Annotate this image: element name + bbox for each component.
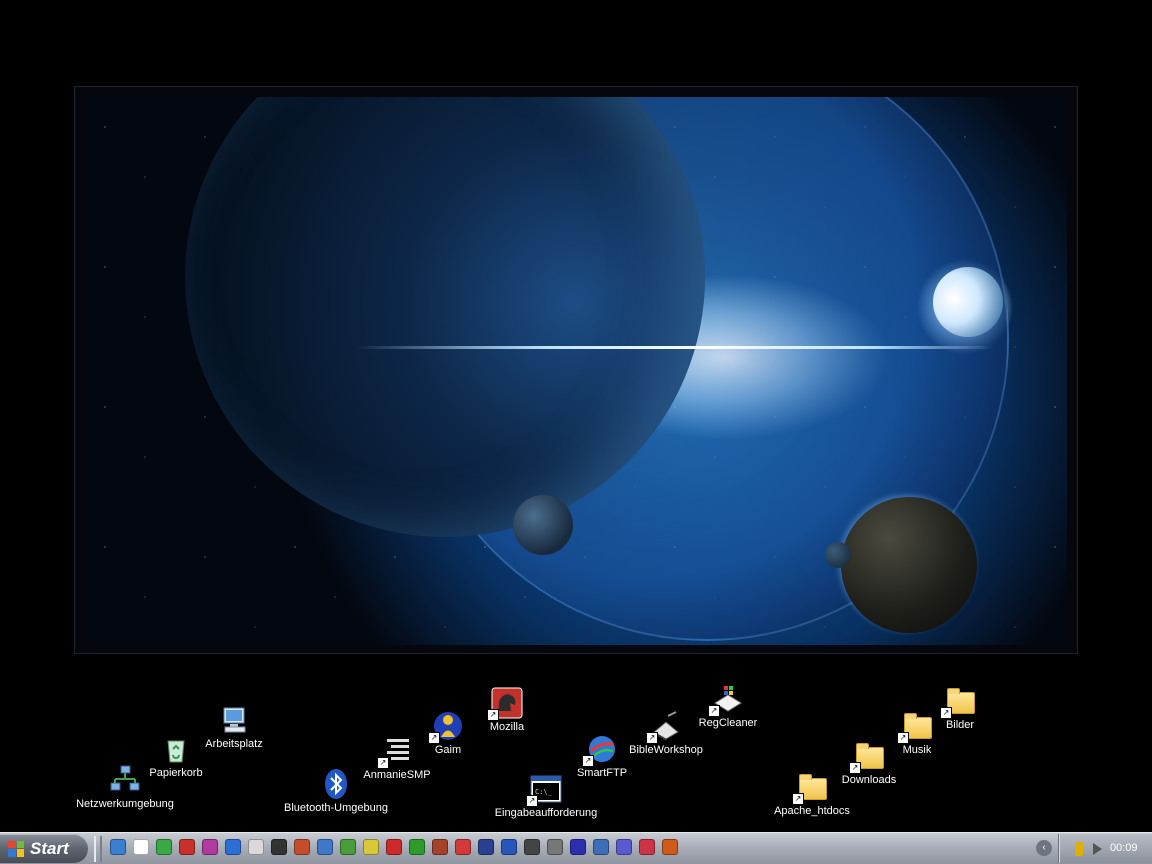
quick-launch-app-icon[interactable] — [271, 839, 287, 855]
shortcut-arrow-icon: ↗ — [940, 707, 952, 719]
shortcut-arrow-icon: ↗ — [487, 709, 499, 721]
icon-label: Downloads — [841, 774, 897, 786]
moon-tiny — [825, 542, 851, 568]
icon-label: Bluetooth-Umgebung — [284, 802, 388, 814]
taskbar: Start ‹ 00:09 — [0, 832, 1152, 864]
shortcut-arrow-icon: ↗ — [646, 732, 658, 744]
quick-launch-app-icon[interactable] — [455, 839, 471, 855]
desktop-icon-bilder[interactable]: ↗ Bilder — [905, 685, 1015, 731]
desktop-icon-netzwerkumgebung[interactable]: Netzwerkumgebung — [70, 764, 180, 810]
quick-launch-app-icon[interactable] — [547, 839, 563, 855]
lens-flare — [355, 346, 995, 349]
quick-launch-grip[interactable] — [94, 836, 102, 862]
start-label: Start — [30, 838, 69, 858]
quick-launch-app-icon[interactable] — [616, 839, 632, 855]
start-button[interactable]: Start — [0, 834, 88, 863]
desktop-icon-regcleaner[interactable]: ↗ RegCleaner — [673, 683, 783, 729]
icon-label: Musik — [902, 744, 932, 756]
shortcut-arrow-icon: ↗ — [792, 793, 804, 805]
moon-small — [513, 495, 573, 555]
desktop-icon-mozilla[interactable]: ↗ Mozilla — [452, 687, 562, 733]
quick-launch-app-icon[interactable] — [501, 839, 517, 855]
icon-label: AnmanieSMP — [363, 769, 431, 781]
quick-launch-app-icon[interactable] — [478, 839, 494, 855]
wallpaper-frame — [74, 86, 1078, 654]
icon-label: BibleWorkshop — [629, 744, 703, 756]
shortcut-arrow-icon: ↗ — [708, 705, 720, 717]
quick-launch-app-icon[interactable] — [225, 839, 241, 855]
network-icon — [109, 764, 141, 796]
mozilla-icon: ↗ — [487, 687, 523, 721]
shortcut-arrow-icon: ↗ — [377, 757, 389, 769]
quick-launch-app-icon[interactable] — [340, 839, 356, 855]
system-tray — [1058, 834, 1152, 863]
shortcut-arrow-icon: ↗ — [849, 762, 861, 774]
desktop-icon-eingabeaufforderung[interactable]: C:\_ ↗ Eingabeaufforderung — [491, 773, 601, 819]
regcleaner-icon: ↗ — [708, 683, 744, 717]
moon-large — [841, 497, 977, 633]
quick-launch-app-icon[interactable] — [639, 839, 655, 855]
quick-launch-app-icon[interactable] — [179, 839, 195, 855]
wallpaper-image — [85, 97, 1067, 645]
windows-logo-icon — [8, 840, 24, 857]
tray-pencil-icon[interactable] — [1075, 842, 1083, 856]
quick-launch-bar — [110, 839, 678, 855]
icon-label: Mozilla — [489, 721, 525, 733]
shortcut-arrow-icon: ↗ — [582, 755, 594, 767]
recycle-bin-icon — [160, 733, 192, 765]
quick-launch-app-icon[interactable] — [317, 839, 333, 855]
quick-launch-app-icon[interactable] — [662, 839, 678, 855]
quick-launch-app-icon[interactable] — [432, 839, 448, 855]
quick-launch-app-icon[interactable] — [294, 839, 310, 855]
shortcut-arrow-icon: ↗ — [897, 732, 909, 744]
icon-label: Apache_htdocs — [774, 805, 850, 817]
quick-launch-app-icon[interactable] — [202, 839, 218, 855]
icon-label: Eingabeaufforderung — [494, 807, 598, 819]
quick-launch-app-icon[interactable] — [593, 839, 609, 855]
tray-expand-icon[interactable]: ‹ — [1036, 840, 1052, 856]
icon-label: Gaim — [434, 744, 462, 756]
icon-label: SmartFTP — [576, 767, 628, 779]
icon-label: RegCleaner — [698, 717, 758, 729]
quick-launch-app-icon[interactable] — [363, 839, 379, 855]
tray-play-icon[interactable] — [1093, 843, 1102, 855]
quick-launch-app-icon[interactable] — [524, 839, 540, 855]
quick-launch-app-icon[interactable] — [133, 839, 149, 855]
moon-bright — [933, 267, 1003, 337]
clock[interactable]: 00:09 — [1110, 842, 1138, 854]
icon-label: Bilder — [945, 719, 975, 731]
quick-launch-app-icon[interactable] — [409, 839, 425, 855]
quick-launch-app-icon[interactable] — [386, 839, 402, 855]
quick-launch-app-icon[interactable] — [248, 839, 264, 855]
quick-launch-app-icon[interactable] — [110, 839, 126, 855]
quick-launch-app-icon[interactable] — [570, 839, 586, 855]
shortcut-arrow-icon: ↗ — [526, 795, 538, 807]
computer-icon — [218, 704, 250, 736]
shortcut-arrow-icon: ↗ — [428, 732, 440, 744]
quick-launch-app-icon[interactable] — [156, 839, 172, 855]
icon-label: Netzwerkumgebung — [76, 798, 174, 810]
folder-icon: ↗ — [940, 685, 976, 719]
